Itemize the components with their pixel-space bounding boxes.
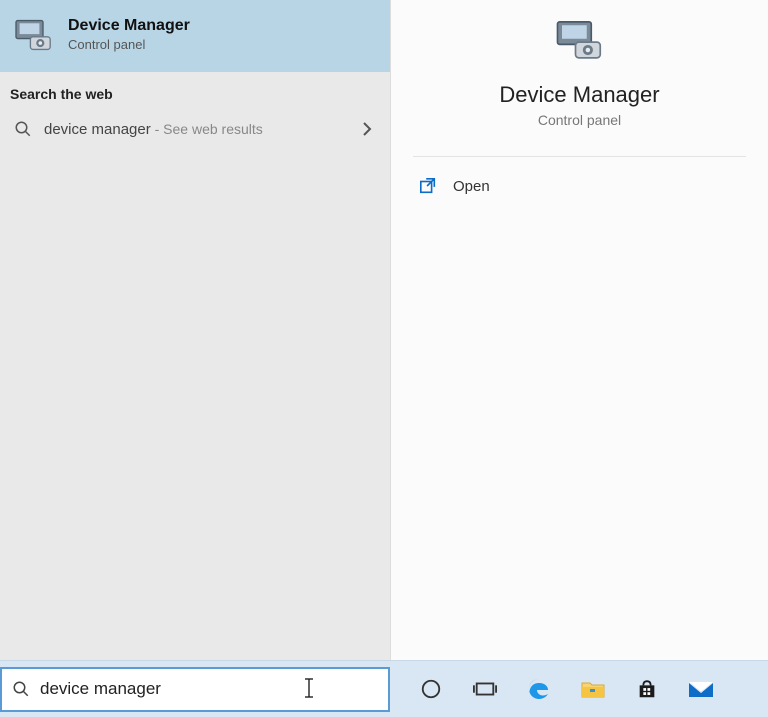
taskbar <box>0 660 768 717</box>
web-result-suffix: - See web results <box>151 121 263 137</box>
chevron-right-icon <box>362 121 376 137</box>
search-icon <box>14 120 32 138</box>
cortana-button[interactable] <box>418 676 444 702</box>
web-result-query: device manager <box>44 121 151 138</box>
taskbar-search[interactable] <box>0 667 390 712</box>
best-match-title: Device Manager <box>68 16 190 37</box>
task-view-button[interactable] <box>472 676 498 702</box>
search-icon <box>12 680 30 698</box>
web-result-text: device manager - See web results <box>44 121 350 138</box>
file-explorer-button[interactable] <box>580 676 606 702</box>
mail-button[interactable] <box>688 676 714 702</box>
best-match-text: Device Manager Control panel <box>68 16 190 54</box>
open-action[interactable]: Open <box>391 157 768 215</box>
web-section-header: Search the web <box>0 72 390 110</box>
web-search-result[interactable]: device manager - See web results <box>0 110 390 148</box>
search-input[interactable] <box>40 679 378 699</box>
taskbar-icons <box>418 661 714 717</box>
best-match-result[interactable]: Device Manager Control panel <box>0 0 390 72</box>
detail-subtitle: Control panel <box>391 112 768 128</box>
detail-header: Device Manager Control panel <box>391 0 768 156</box>
best-match-subtitle: Control panel <box>68 37 190 54</box>
results-panel: Device Manager Control panel Search the … <box>0 0 390 660</box>
open-label: Open <box>453 178 490 195</box>
edge-button[interactable] <box>526 676 552 702</box>
detail-title: Device Manager <box>391 82 768 108</box>
device-manager-icon <box>553 18 607 64</box>
detail-panel: Device Manager Control panel Open <box>390 0 768 660</box>
store-button[interactable] <box>634 676 660 702</box>
device-manager-icon <box>12 17 56 53</box>
open-icon <box>419 177 437 195</box>
